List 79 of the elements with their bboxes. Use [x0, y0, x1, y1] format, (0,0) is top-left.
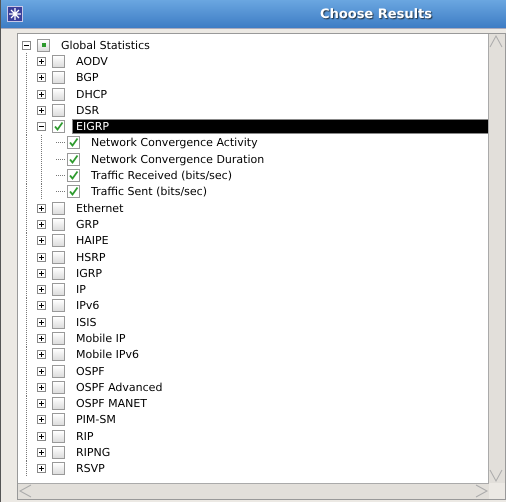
tree-item[interactable]: RIP [73, 430, 97, 443]
expander-icon[interactable] [37, 318, 46, 327]
checkbox[interactable] [52, 71, 65, 84]
checkbox[interactable] [52, 250, 65, 264]
checkbox[interactable] [52, 120, 65, 134]
checkbox[interactable] [52, 332, 65, 345]
checkbox[interactable] [52, 266, 65, 280]
checkbox[interactable] [52, 202, 65, 215]
expander-icon[interactable] [37, 220, 46, 229]
checkbox[interactable] [52, 283, 65, 296]
tree-item[interactable]: Mobile IP [73, 332, 128, 345]
expander-icon[interactable] [37, 204, 46, 213]
tree-item[interactable]: EIGRP [73, 120, 488, 134]
tree-item[interactable]: GRP [73, 218, 102, 231]
expander-icon[interactable] [37, 73, 46, 82]
tree-item[interactable]: RSVP [73, 462, 108, 476]
checkbox[interactable] [52, 348, 65, 362]
expander-icon[interactable] [22, 40, 31, 50]
expander-icon[interactable] [37, 382, 46, 392]
tree-item[interactable]: Network Convergence Activity [88, 136, 261, 150]
tree-item[interactable]: OSPF Advanced [73, 380, 166, 394]
expander-icon[interactable] [37, 448, 46, 458]
checkbox[interactable] [67, 152, 80, 166]
expander-icon[interactable] [37, 268, 46, 278]
tree-item[interactable]: DSR [73, 104, 102, 117]
tree-item[interactable]: IP [73, 283, 89, 296]
tree-item[interactable]: RIPNG [73, 446, 114, 460]
tree-item[interactable]: Traffic Received (bits/sec) [88, 169, 236, 182]
checkbox[interactable] [52, 299, 65, 312]
checkbox[interactable] [52, 462, 65, 476]
tree-item[interactable]: IPv6 [73, 299, 102, 312]
tree-item[interactable]: IGRP [73, 266, 106, 280]
tree-item[interactable]: DHCP [73, 88, 110, 101]
tree-item[interactable]: Ethernet [73, 202, 126, 215]
expander-icon[interactable] [37, 399, 46, 408]
expander-icon[interactable] [37, 90, 46, 99]
checkbox[interactable] [52, 88, 65, 101]
expander-icon[interactable] [37, 252, 46, 262]
checkbox[interactable] [52, 446, 65, 460]
checkbox[interactable] [37, 38, 50, 52]
tree-item[interactable]: OSPF MANET [73, 397, 150, 410]
tree-item[interactable]: OSPF [73, 364, 108, 378]
tree-item[interactable]: ISIS [73, 316, 100, 329]
checkbox[interactable] [67, 169, 80, 182]
expander-icon[interactable] [37, 350, 46, 360]
expander-icon[interactable] [37, 236, 46, 246]
tree-item[interactable]: HAIPE [73, 234, 112, 248]
checkbox[interactable] [52, 234, 65, 248]
checkbox[interactable] [52, 218, 65, 231]
checkbox[interactable] [52, 54, 65, 68]
tree-item[interactable]: Global Statistics [58, 38, 153, 52]
checkbox[interactable] [52, 380, 65, 394]
expander-icon[interactable] [37, 415, 46, 424]
expander-icon[interactable] [37, 106, 46, 115]
checkbox[interactable] [52, 364, 65, 378]
expander-icon[interactable] [37, 334, 46, 343]
expander-icon[interactable] [37, 285, 46, 294]
window-title: Choose Results [319, 6, 433, 22]
tree-item[interactable]: Mobile IPv6 [73, 348, 142, 362]
checkbox[interactable] [52, 430, 65, 443]
checkbox[interactable] [52, 397, 65, 410]
tree-item[interactable]: Traffic Sent (bits/sec) [88, 185, 210, 198]
window-icon [7, 6, 23, 22]
checkbox[interactable] [67, 136, 80, 150]
tree-item[interactable]: AODV [73, 54, 111, 68]
checkbox[interactable] [52, 104, 65, 117]
expander-icon[interactable] [37, 122, 46, 132]
expander-icon[interactable] [37, 464, 46, 474]
expander-icon[interactable] [37, 301, 46, 310]
tree-item[interactable]: BGP [73, 71, 102, 84]
checkbox[interactable] [52, 316, 65, 329]
expander-icon[interactable] [37, 56, 46, 66]
tree-item[interactable]: PIM-SM [73, 413, 119, 426]
expander-icon[interactable] [37, 366, 46, 376]
expander-icon[interactable] [37, 432, 46, 441]
tree-item[interactable]: Network Convergence Duration [88, 152, 268, 166]
checkbox[interactable] [67, 185, 80, 198]
checkbox[interactable] [52, 413, 65, 426]
tree-item[interactable]: HSRP [73, 250, 109, 264]
